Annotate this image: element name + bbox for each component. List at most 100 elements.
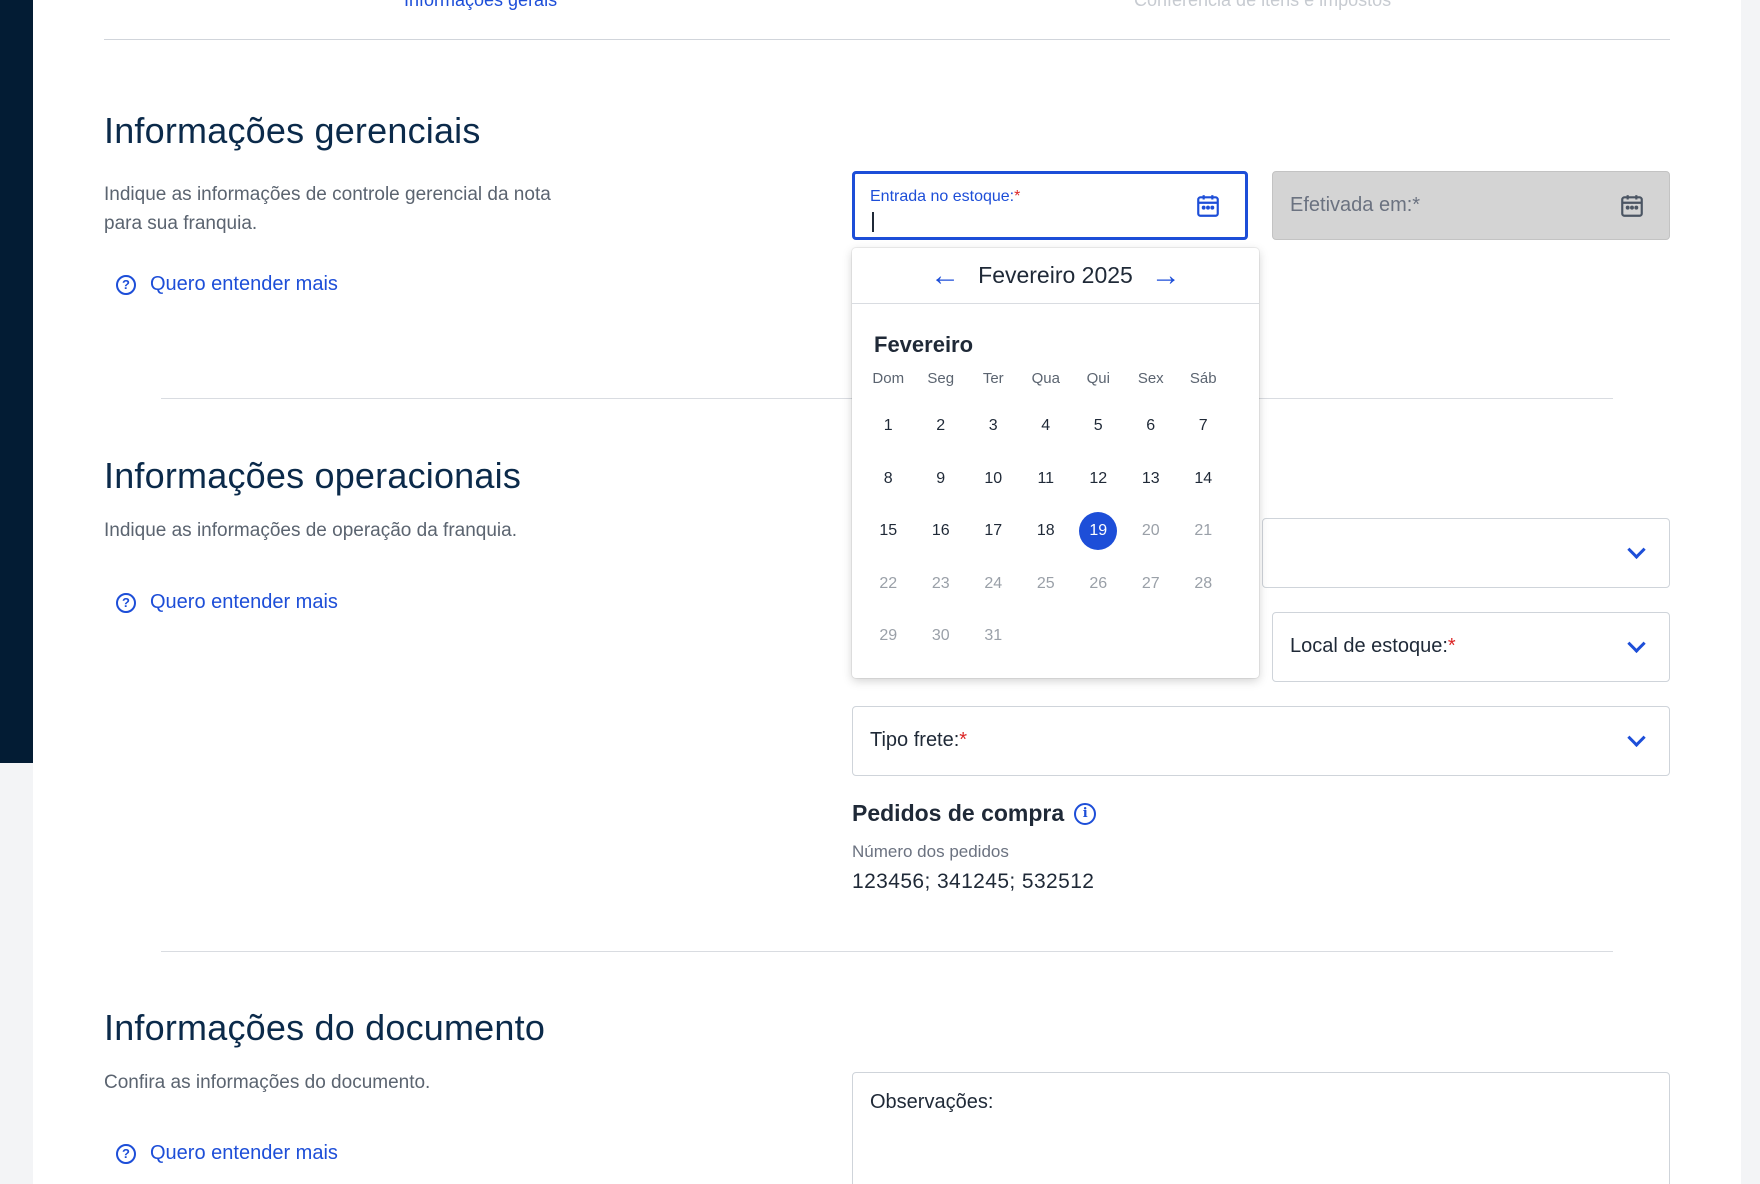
operacao-select[interactable] xyxy=(1262,518,1670,588)
day-cell[interactable]: 24 xyxy=(967,558,1020,611)
day-cell[interactable]: 31 xyxy=(967,610,1020,663)
day-number: 3 xyxy=(988,417,998,435)
day-number: 31 xyxy=(984,627,1003,645)
day-number: 4 xyxy=(1041,417,1051,435)
day-cell[interactable]: 11 xyxy=(1020,453,1073,506)
pedidos-numero-label: Número dos pedidos xyxy=(852,842,1009,861)
arrow-left-icon[interactable]: ← xyxy=(930,260,960,291)
day-cell[interactable]: 8 xyxy=(862,453,915,506)
day-cell[interactable]: 17 xyxy=(967,505,1020,558)
day-cell[interactable]: 4 xyxy=(1020,400,1073,453)
day-number: 2 xyxy=(936,417,946,435)
tipo-frete-select[interactable]: Tipo frete:* xyxy=(852,706,1670,776)
efetivada-em-field: Efetivada em:* xyxy=(1272,171,1670,240)
datepicker-month-year: Fevereiro 2025 xyxy=(978,262,1133,288)
help-link-label: Quero entender mais xyxy=(150,273,338,295)
day-cell[interactable]: 22 xyxy=(862,558,915,611)
section-desc-gerenciais: Indique as informações de controle geren… xyxy=(104,184,551,234)
day-number: 27 xyxy=(1141,574,1160,592)
entrada-estoque-label: Entrada no estoque:* xyxy=(870,188,1021,205)
info-icon[interactable]: i xyxy=(1074,802,1097,825)
chevron-down-icon xyxy=(1627,634,1646,653)
day-number: 19 xyxy=(1079,512,1118,551)
section-title-operacionais: Informações operacionais xyxy=(104,455,522,496)
datepicker-header: ← Fevereiro 2025 → xyxy=(852,248,1259,304)
day-number: 1 xyxy=(883,417,893,435)
day-cell[interactable]: 21 xyxy=(1177,505,1230,558)
section-divider xyxy=(161,951,1613,952)
day-number: 28 xyxy=(1194,574,1213,592)
day-cell[interactable]: 26 xyxy=(1072,558,1125,611)
day-number: 10 xyxy=(984,469,1003,487)
datepicker-month-label: Fevereiro xyxy=(874,332,974,357)
weekday-label: Ter xyxy=(982,370,1004,387)
observacoes-label: Observações: xyxy=(870,1091,994,1113)
day-cell[interactable]: 27 xyxy=(1125,558,1178,611)
datepicker-grid: Dom Seg Ter Qua Qui Sex Sáb 1 2 3 4 5 6 7 8 9 10 11 12 13 14… xyxy=(862,370,1230,663)
question-icon: ? xyxy=(116,274,136,295)
day-cell[interactable]: 5 xyxy=(1072,400,1125,453)
section-title-gerenciais: Informações gerenciais xyxy=(104,110,481,151)
section-desc-operacionais: Indique as informações de operação da fr… xyxy=(104,520,517,541)
tipo-frete-label: Tipo frete:* xyxy=(870,729,968,751)
day-cell[interactable]: 1 xyxy=(862,400,915,453)
help-link-gerenciais[interactable]: ? Quero entender mais xyxy=(116,273,338,296)
weekday-label: Qui xyxy=(1086,370,1110,387)
day-number: 9 xyxy=(936,469,946,487)
day-cell[interactable]: 3 xyxy=(967,400,1020,453)
day-number: 12 xyxy=(1089,469,1108,487)
day-cell[interactable]: 10 xyxy=(967,453,1020,506)
day-cell[interactable]: 16 xyxy=(915,505,968,558)
day-cell-selected[interactable]: 19 xyxy=(1072,505,1125,558)
scrollbar-area[interactable] xyxy=(1741,0,1760,1184)
day-cell[interactable]: 30 xyxy=(915,610,968,663)
day-number: 16 xyxy=(931,522,950,540)
day-number: 26 xyxy=(1089,574,1108,592)
day-cell[interactable]: 18 xyxy=(1020,505,1073,558)
pedidos-compra-heading: Pedidos de compra i xyxy=(852,800,1097,827)
local-estoque-select[interactable]: Local de estoque:* xyxy=(1272,612,1670,682)
day-cell[interactable]: 28 xyxy=(1177,558,1230,611)
day-cell[interactable]: 15 xyxy=(862,505,915,558)
day-number: 18 xyxy=(1036,522,1055,540)
day-cell[interactable]: 6 xyxy=(1125,400,1178,453)
day-cell[interactable]: 23 xyxy=(915,558,968,611)
datepicker-popover: ← Fevereiro 2025 → Fevereiro Dom Seg Ter Qu… xyxy=(852,248,1259,678)
day-cell[interactable]: 2 xyxy=(915,400,968,453)
weekday-label: Dom xyxy=(872,370,905,387)
tab-bar: Informações gerais Conferência de itens … xyxy=(104,0,1670,40)
day-number: 6 xyxy=(1146,417,1156,435)
day-number: 24 xyxy=(984,574,1003,592)
arrow-right-icon[interactable]: → xyxy=(1151,260,1181,291)
day-cell[interactable]: 13 xyxy=(1125,453,1178,506)
day-cell[interactable]: 14 xyxy=(1177,453,1230,506)
weekday-label: Seg xyxy=(927,370,955,387)
day-number: 11 xyxy=(1037,469,1055,487)
section-desc-documento: Confira as informações do documento. xyxy=(104,1072,431,1093)
local-estoque-label: Local de estoque:* xyxy=(1290,635,1456,657)
help-link-label: Quero entender mais xyxy=(150,591,338,613)
help-link-operacionais[interactable]: ? Quero entender mais xyxy=(116,591,338,614)
chevron-down-icon xyxy=(1627,728,1646,747)
day-number: 5 xyxy=(1093,417,1103,435)
day-cell[interactable]: 25 xyxy=(1020,558,1073,611)
efetivada-em-label: Efetivada em:* xyxy=(1290,194,1421,216)
entrada-estoque-field[interactable]: Entrada no estoque:* xyxy=(852,171,1248,240)
day-number: 20 xyxy=(1141,522,1160,540)
day-number: 29 xyxy=(879,627,898,645)
help-link-label: Quero entender mais xyxy=(150,1142,338,1164)
day-cell[interactable]: 9 xyxy=(915,453,968,506)
section-title-documento: Informações do documento xyxy=(104,1007,546,1048)
tab-informacoes-gerais[interactable]: Informações gerais xyxy=(404,0,557,11)
calendar-icon[interactable] xyxy=(1195,193,1221,219)
help-link-documento[interactable]: ? Quero entender mais xyxy=(116,1142,338,1165)
day-cell[interactable]: 12 xyxy=(1072,453,1125,506)
day-cell[interactable]: 7 xyxy=(1177,400,1230,453)
day-number: 30 xyxy=(931,627,950,645)
day-number: 8 xyxy=(883,469,893,487)
day-cell[interactable]: 20 xyxy=(1125,505,1178,558)
observacoes-textarea[interactable]: Observações: xyxy=(852,1072,1670,1184)
tab-conferencia-itens[interactable]: Conferência de itens e impostos xyxy=(1134,0,1391,11)
day-cell[interactable]: 29 xyxy=(862,610,915,663)
pedidos-numero-value: 123456; 341245; 532512 xyxy=(852,870,1095,893)
